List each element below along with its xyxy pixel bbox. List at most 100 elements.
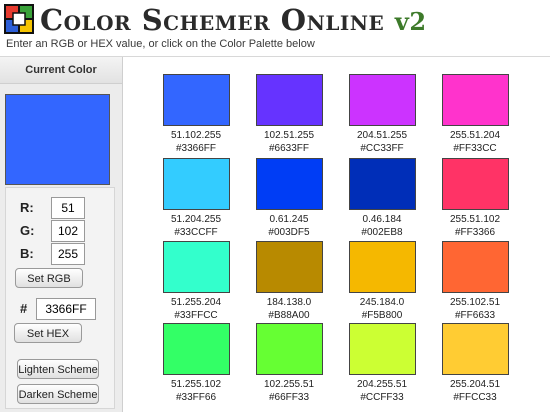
palette-swatch[interactable] (348, 241, 416, 293)
palette-hex-value: #F5B800 (361, 310, 403, 321)
palette-rgb-value: 51.204.255 (170, 214, 222, 225)
r-label: R: (20, 200, 34, 215)
sidebar: Current Color R: G: B: Set RGB # Set HEX… (0, 57, 123, 412)
palette-color-cell[interactable]: 255.51.102 #FF3366 (440, 158, 510, 239)
g-row: G: (20, 220, 100, 244)
palette-color-cell[interactable]: 204.255.51 #CCFF33 (347, 323, 417, 404)
palette-caption: 51.255.204 #33FFCC (161, 296, 231, 322)
palette-swatch[interactable] (441, 158, 509, 210)
palette-caption: 51.204.255 #33CCFF (161, 213, 231, 239)
b-row: B: (20, 243, 100, 267)
palette-hex-value: #33FFCC (174, 310, 218, 321)
palette-caption: 204.255.51 #CCFF33 (347, 378, 417, 404)
r-input[interactable] (51, 197, 85, 219)
palette-color-cell[interactable]: 184.138.0 #B88A00 (254, 241, 324, 322)
hex-hash-label: # (20, 301, 28, 316)
palette-caption: 255.102.51 #FF6633 (440, 296, 510, 322)
palette-hex-value: #003DF5 (268, 227, 310, 238)
palette-rgb-value: 102.255.51 (263, 379, 315, 390)
set-hex-button[interactable]: Set HEX (14, 323, 82, 343)
palette-color-cell[interactable]: 255.204.51 #FFCC33 (440, 323, 510, 404)
palette-rgb-value: 51.255.102 (170, 379, 222, 390)
palette-hex-value: #FF3366 (454, 227, 496, 238)
palette-rgb-value: 51.102.255 (170, 130, 222, 141)
instructions-text: Enter an RGB or HEX value, or click on t… (6, 38, 315, 50)
current-color-swatch (5, 94, 110, 185)
palette-hex-value: #CCFF33 (360, 392, 404, 403)
palette-swatch[interactable] (441, 323, 509, 375)
hex-input[interactable] (36, 298, 96, 320)
palette-caption: 204.51.255 #CC33FF (347, 129, 417, 155)
palette-rgb-value: 0.61.245 (269, 214, 309, 225)
darken-scheme-button[interactable]: Darken Scheme (17, 384, 99, 404)
palette-swatch[interactable] (255, 158, 323, 210)
palette-hex-value: #FFCC33 (453, 392, 497, 403)
palette-color-cell[interactable]: 51.255.204 #33FFCC (161, 241, 231, 322)
palette-color-cell[interactable]: 204.51.255 #CC33FF (347, 74, 417, 155)
version-label: v2 (394, 7, 427, 36)
palette-rgb-value: 245.184.0 (359, 297, 405, 308)
palette-caption: 0.61.245 #003DF5 (254, 213, 324, 239)
palette-rgb-value: 102.51.255 (263, 130, 315, 141)
palette-rgb-value: 255.51.204 (449, 130, 501, 141)
palette-color-cell[interactable]: 51.102.255 #3366FF (161, 74, 231, 155)
palette-swatch[interactable] (441, 74, 509, 126)
title-text: Color Schemer Online (40, 3, 385, 37)
palette-swatch[interactable] (348, 158, 416, 210)
palette-hex-value: #33CCFF (174, 227, 218, 238)
current-color-heading: Current Color (0, 57, 122, 84)
palette-hex-value: #6633FF (268, 143, 310, 154)
palette-caption: 51.255.102 #33FF66 (161, 378, 231, 404)
palette-hex-value: #66FF33 (268, 392, 310, 403)
palette-swatch[interactable] (162, 74, 230, 126)
palette-hex-value: #002EB8 (361, 227, 403, 238)
palette-caption: 102.255.51 #66FF33 (254, 378, 324, 404)
palette-hex-value: #CC33FF (360, 143, 404, 154)
palette-rgb-value: 0.46.184 (362, 214, 402, 225)
palette-color-cell[interactable]: 51.255.102 #33FF66 (161, 323, 231, 404)
palette-rgb-value: 204.51.255 (356, 130, 408, 141)
palette-hex-value: #B88A00 (268, 310, 310, 321)
palette-swatch[interactable] (255, 74, 323, 126)
palette-color-cell[interactable]: 0.46.184 #002EB8 (347, 158, 417, 239)
palette-swatch[interactable] (255, 241, 323, 293)
palette-color-cell[interactable]: 245.184.0 #F5B800 (347, 241, 417, 322)
palette-rgb-value: 255.51.102 (449, 214, 501, 225)
r-row: R: (20, 197, 100, 221)
palette-rgb-value: 255.204.51 (449, 379, 501, 390)
lighten-scheme-button[interactable]: Lighten Scheme (17, 359, 99, 379)
palette-rgb-value: 184.138.0 (266, 297, 312, 308)
palette-swatch[interactable] (348, 323, 416, 375)
palette-color-cell[interactable]: 255.102.51 #FF6633 (440, 241, 510, 322)
palette-caption: 255.51.204 #FF33CC (440, 129, 510, 155)
palette-color-cell[interactable]: 51.204.255 #33CCFF (161, 158, 231, 239)
palette-color-cell[interactable]: 255.51.204 #FF33CC (440, 74, 510, 155)
palette-hex-value: #33FF66 (175, 392, 217, 403)
palette-swatch[interactable] (348, 74, 416, 126)
palette-caption: 255.51.102 #FF3366 (440, 213, 510, 239)
palette-color-cell[interactable]: 102.255.51 #66FF33 (254, 323, 324, 404)
header: Color Schemer Online v2 Enter an RGB or … (0, 0, 550, 57)
palette-hex-value: #3366FF (175, 143, 217, 154)
palette-caption: 102.51.255 #6633FF (254, 129, 324, 155)
palette-color-cell[interactable]: 102.51.255 #6633FF (254, 74, 324, 155)
palette-hex-value: #FF33CC (453, 143, 497, 154)
color-palette: 51.102.255 #3366FF 102.51.255 #6633FF 204.51… (123, 57, 550, 412)
b-label: B: (20, 246, 34, 261)
palette-swatch[interactable] (441, 241, 509, 293)
palette-color-cell[interactable]: 0.61.245 #003DF5 (254, 158, 324, 239)
palette-caption: 255.204.51 #FFCC33 (440, 378, 510, 404)
palette-caption: 0.46.184 #002EB8 (347, 213, 417, 239)
palette-hex-value: #FF6633 (454, 310, 496, 321)
g-input[interactable] (51, 220, 85, 242)
palette-rgb-value: 204.255.51 (356, 379, 408, 390)
palette-swatch[interactable] (162, 158, 230, 210)
set-rgb-button[interactable]: Set RGB (15, 268, 83, 288)
palette-caption: 51.102.255 #3366FF (161, 129, 231, 155)
palette-rgb-value: 51.255.204 (170, 297, 222, 308)
palette-swatch[interactable] (255, 323, 323, 375)
g-label: G: (20, 223, 35, 238)
palette-swatch[interactable] (162, 241, 230, 293)
palette-swatch[interactable] (162, 323, 230, 375)
b-input[interactable] (51, 243, 85, 265)
